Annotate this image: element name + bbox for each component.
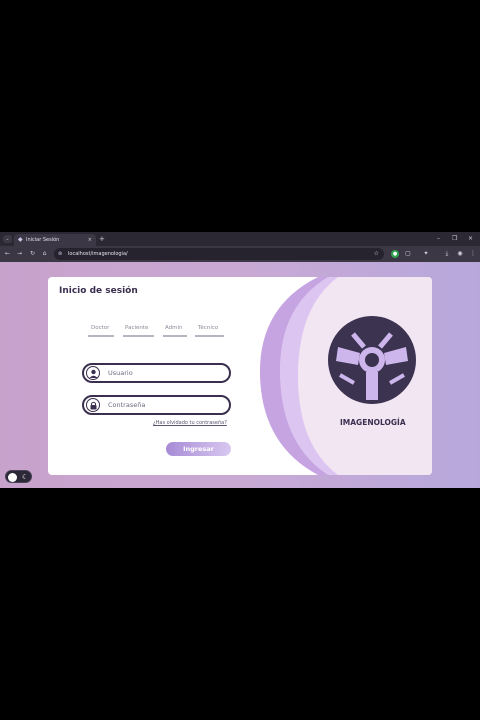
tab-search-button[interactable]: ⌄ (3, 235, 12, 243)
reload-button[interactable]: ↻ (28, 249, 37, 259)
forward-button[interactable]: → (15, 249, 24, 259)
profile-avatar[interactable]: ◉ (456, 250, 464, 258)
login-title: Inicio de sesión (59, 286, 138, 296)
tab-admin-underline (163, 335, 187, 337)
tab-tecnico-underline (195, 335, 224, 337)
close-tab-icon[interactable]: × (88, 236, 92, 244)
tab-title: Iniciar Sesión (26, 237, 60, 243)
address-bar[interactable]: ⊜ localhost/imagenologia/ ☆ (54, 248, 384, 260)
username-placeholder: Usuario (108, 369, 133, 377)
tab-tecnico[interactable]: Técnico (198, 325, 218, 331)
password-field[interactable]: Contraseña (82, 395, 231, 415)
screen: ⌄ ◆ Iniciar Sesión × + – ❐ × ← → ↻ ⌂ ⊜ l… (0, 232, 480, 488)
username-field[interactable]: Usuario (82, 363, 231, 383)
password-placeholder: Contraseña (108, 401, 146, 409)
forgot-password-link[interactable]: ¿Has olvidado tu contraseña? (153, 420, 227, 426)
tab-paciente[interactable]: Paciente (125, 325, 148, 331)
browser-tab-bar: ⌄ ◆ Iniciar Sesión × + – ❐ × (0, 232, 480, 246)
new-tab-button[interactable]: + (99, 234, 105, 244)
login-card: Inicio de sesión Doctor Paciente Admin T… (48, 277, 432, 475)
toggle-knob (8, 473, 17, 482)
tab-paciente-underline (123, 335, 154, 337)
browser-menu-icon[interactable]: ⋮ (469, 250, 477, 258)
url-text: localhost/imagenologia/ (68, 251, 128, 257)
tab-doctor-underline (88, 335, 114, 337)
theme-toggle[interactable]: ☾ (5, 470, 32, 483)
brand-name: IMAGENOLOGÍA (340, 418, 406, 427)
browser-tab[interactable]: ◆ Iniciar Sesión × (14, 234, 96, 246)
home-button[interactable]: ⌂ (40, 249, 49, 259)
page-background: Inicio de sesión Doctor Paciente Admin T… (0, 262, 480, 488)
lock-icon (86, 398, 100, 412)
tab-doctor[interactable]: Doctor (91, 325, 109, 331)
favicon-icon: ◆ (18, 236, 23, 243)
maximize-button[interactable]: ❐ (452, 234, 457, 244)
extensions-icon[interactable]: ✦ (422, 250, 430, 258)
tab-admin[interactable]: Admin (165, 325, 183, 331)
download-icon[interactable]: ⤓ (443, 250, 451, 258)
user-icon (86, 366, 100, 380)
bookmark-star-icon[interactable]: ☆ (374, 250, 379, 258)
extension-icon[interactable]: ● (391, 250, 399, 258)
site-info-icon[interactable]: ⊜ (58, 250, 62, 258)
close-window-button[interactable]: × (468, 234, 473, 244)
extension-puzzle-icon[interactable]: ▢ (404, 250, 412, 258)
imagenologia-logo-icon (328, 316, 416, 404)
login-button[interactable]: Ingresar (166, 442, 231, 456)
back-button[interactable]: ← (3, 249, 12, 259)
moon-icon: ☾ (22, 473, 29, 481)
browser-toolbar: ← → ↻ ⌂ ⊜ localhost/imagenologia/ ☆ ● ▢ … (0, 246, 480, 262)
minimize-button[interactable]: – (437, 234, 440, 244)
